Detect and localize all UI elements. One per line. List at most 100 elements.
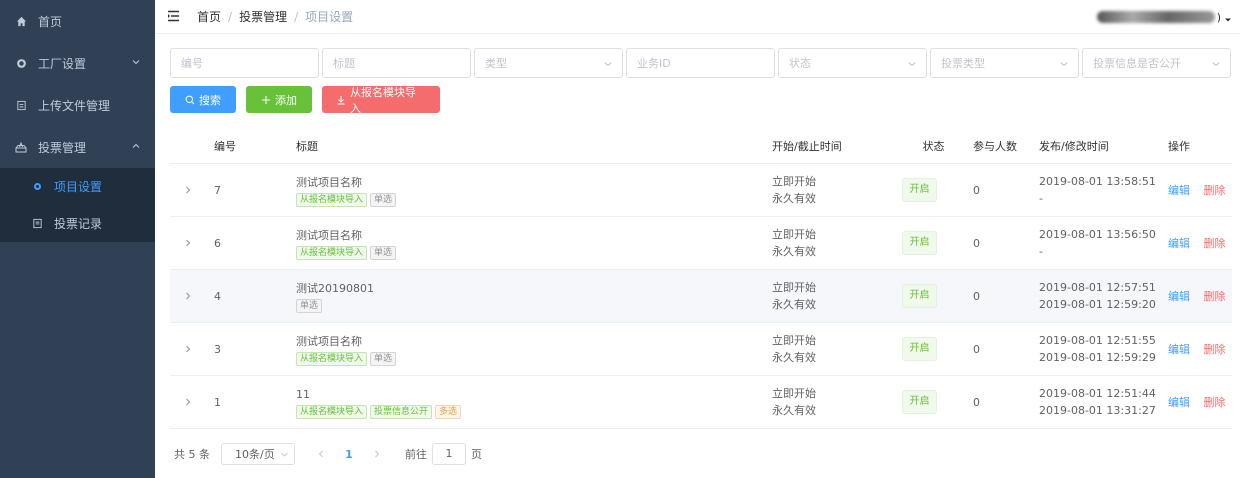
user-name-redacted (1096, 11, 1215, 23)
next-page-button[interactable] (363, 448, 391, 461)
start-time: 立即开始 (772, 281, 816, 294)
project-tag: 投票信息公开 (370, 404, 433, 419)
delete-button[interactable]: 删除 (1204, 237, 1226, 250)
edit-button[interactable]: 编辑 (1168, 237, 1190, 250)
participants-cell: 0 (973, 183, 980, 197)
import-button[interactable]: 从报名模块导入 (322, 85, 440, 115)
published-cell: 2019-08-01 13:58:51 - (1039, 173, 1157, 207)
id-cell: 1 (214, 395, 221, 409)
edit-button[interactable]: 编辑 (1168, 396, 1190, 409)
sidebar-item-project-settings[interactable]: 项目设置 (0, 168, 155, 205)
page-number-current[interactable]: 1 (335, 448, 363, 461)
end-time: 永久有效 (772, 404, 816, 417)
ops-cell: 编辑 删除 (1157, 341, 1232, 357)
vote-type-select[interactable]: 投票类型 (930, 48, 1079, 78)
time-cell: 立即开始 永久有效 (772, 332, 902, 366)
type-select[interactable]: 类型 (474, 48, 623, 78)
chevron-right-icon[interactable] (184, 345, 192, 353)
start-time: 立即开始 (772, 228, 816, 241)
id-cell: 3 (214, 342, 221, 356)
main-content: 首页 / 投票管理 / 项目设置 ) 编号 标题 类型 业务ID 状态 投票类型… (155, 0, 1240, 478)
search-icon (185, 95, 195, 105)
modified-time: 2019-08-01 12:59:20 (1039, 298, 1156, 311)
menu-toggle-icon[interactable] (167, 10, 181, 24)
chevron-right-icon[interactable] (184, 186, 192, 194)
sidebar-item-vote-management[interactable]: 投票管理 (0, 126, 155, 168)
ops-cell: 编辑 删除 (1157, 394, 1232, 410)
title-filter-input[interactable]: 标题 (322, 48, 471, 78)
home-icon (14, 16, 28, 27)
edit-button[interactable]: 编辑 (1168, 184, 1190, 197)
delete-button[interactable]: 删除 (1204, 184, 1226, 197)
chevron-up-icon (132, 143, 140, 148)
page-size-select[interactable]: 10条/页 (221, 443, 295, 465)
projects-table: 编号 标题 开始/截止时间 状态 参与人数 发布/修改时间 操作 7 测试项目名… (170, 128, 1232, 429)
sidebar-item-vote-records[interactable]: 投票记录 (0, 205, 155, 242)
breadcrumb-current: 项目设置 (305, 10, 354, 24)
end-time: 永久有效 (772, 192, 816, 205)
published-time: 2019-08-01 12:51:55 (1039, 334, 1156, 347)
id-cell: 6 (214, 236, 221, 250)
edit-button[interactable]: 编辑 (1168, 343, 1190, 356)
breadcrumb-home[interactable]: 首页 (197, 8, 221, 25)
published-time: 2019-08-01 13:56:50 (1039, 228, 1156, 241)
breadcrumb-parent[interactable]: 投票管理 (239, 8, 287, 25)
time-cell: 立即开始 永久有效 (772, 279, 902, 313)
import-button-label: 从报名模块导入 (350, 85, 416, 115)
table-row: 6 测试项目名称 从报名模块导入 单选 立即开始 永久有效 开启 0 2019-0… (170, 217, 1232, 270)
expand-cell[interactable] (170, 237, 198, 250)
sidebar: 首页 工厂设置 上传文件管理 投票管理 项目设置 投票记录 (0, 0, 155, 478)
vote-public-select-placeholder: 投票信息是否公开 (1093, 57, 1181, 70)
status-badge: 开启 (902, 231, 937, 255)
delete-button[interactable]: 删除 (1204, 290, 1226, 303)
sidebar-item-label: 上传文件管理 (38, 98, 111, 113)
id-cell: 7 (214, 183, 221, 197)
project-tag: 单选 (296, 298, 323, 313)
project-tags: 单选 (296, 298, 772, 313)
title-cell: 测试项目名称 从报名模块导入 单选 (288, 227, 772, 260)
column-header-title: 标题 (296, 139, 318, 153)
published-time: 2019-08-01 12:51:44 (1039, 387, 1156, 400)
start-time: 立即开始 (772, 387, 816, 400)
search-button[interactable]: 搜索 (170, 86, 236, 113)
expand-cell[interactable] (170, 396, 198, 409)
chevron-right-icon[interactable] (184, 292, 192, 300)
sidebar-item-upload-files[interactable]: 上传文件管理 (0, 84, 155, 126)
status-select[interactable]: 状态 (778, 48, 927, 78)
expand-cell[interactable] (170, 290, 198, 303)
table-row: 3 测试项目名称 从报名模块导入 单选 立即开始 永久有效 开启 0 2019-0… (170, 323, 1232, 376)
add-button-label: 添加 (275, 93, 297, 107)
sidebar-item-factory-settings[interactable]: 工厂设置 (0, 42, 155, 84)
delete-button[interactable]: 删除 (1204, 396, 1226, 409)
action-bar: 搜索 添加 从报名模块导入 (170, 85, 440, 115)
vote-box-icon (14, 141, 28, 153)
page-jump-input[interactable]: 1 (432, 443, 466, 465)
circle-dot-icon (30, 183, 44, 190)
ops-cell: 编辑 删除 (1157, 235, 1232, 251)
edit-button[interactable]: 编辑 (1168, 290, 1190, 303)
project-title: 测试项目名称 (296, 228, 362, 242)
add-button[interactable]: 添加 (246, 86, 312, 113)
expand-cell[interactable] (170, 184, 198, 197)
user-menu[interactable]: ) (1096, 10, 1232, 24)
chevron-down-icon (132, 60, 140, 65)
participants-cell: 0 (973, 289, 980, 303)
business-id-input[interactable]: 业务ID (626, 48, 775, 78)
vote-public-select[interactable]: 投票信息是否公开 (1082, 48, 1231, 78)
column-header-id: 编号 (214, 139, 236, 153)
delete-button[interactable]: 删除 (1204, 343, 1226, 356)
prev-page-button[interactable] (307, 448, 335, 461)
column-header-published: 发布/修改时间 (1039, 139, 1109, 153)
modified-time: 2019-08-01 13:31:27 (1039, 404, 1156, 417)
page-unit-label: 页 (471, 448, 482, 461)
download-icon (336, 95, 346, 105)
id-filter-input[interactable]: 编号 (170, 48, 319, 78)
sidebar-item-home[interactable]: 首页 (0, 0, 155, 42)
chevron-right-icon[interactable] (184, 239, 192, 247)
page-size-value: 10条/页 (235, 448, 275, 461)
chevron-right-icon[interactable] (184, 398, 192, 406)
expand-cell[interactable] (170, 343, 198, 356)
column-header-status: 状态 (922, 139, 945, 153)
participants-cell: 0 (973, 395, 980, 409)
project-tag: 单选 (370, 245, 397, 260)
